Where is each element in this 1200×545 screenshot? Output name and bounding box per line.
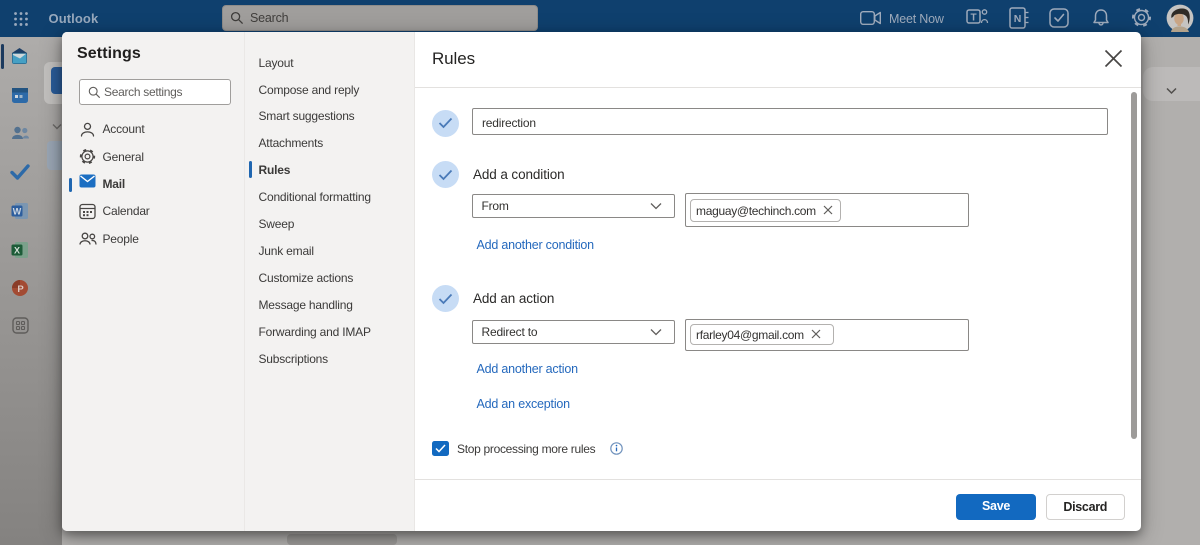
svg-text:W: W	[13, 207, 22, 217]
svg-text:N: N	[1014, 13, 1022, 25]
svg-text:T: T	[970, 13, 976, 24]
svg-text:P: P	[17, 284, 24, 295]
svg-text:X: X	[14, 246, 20, 256]
